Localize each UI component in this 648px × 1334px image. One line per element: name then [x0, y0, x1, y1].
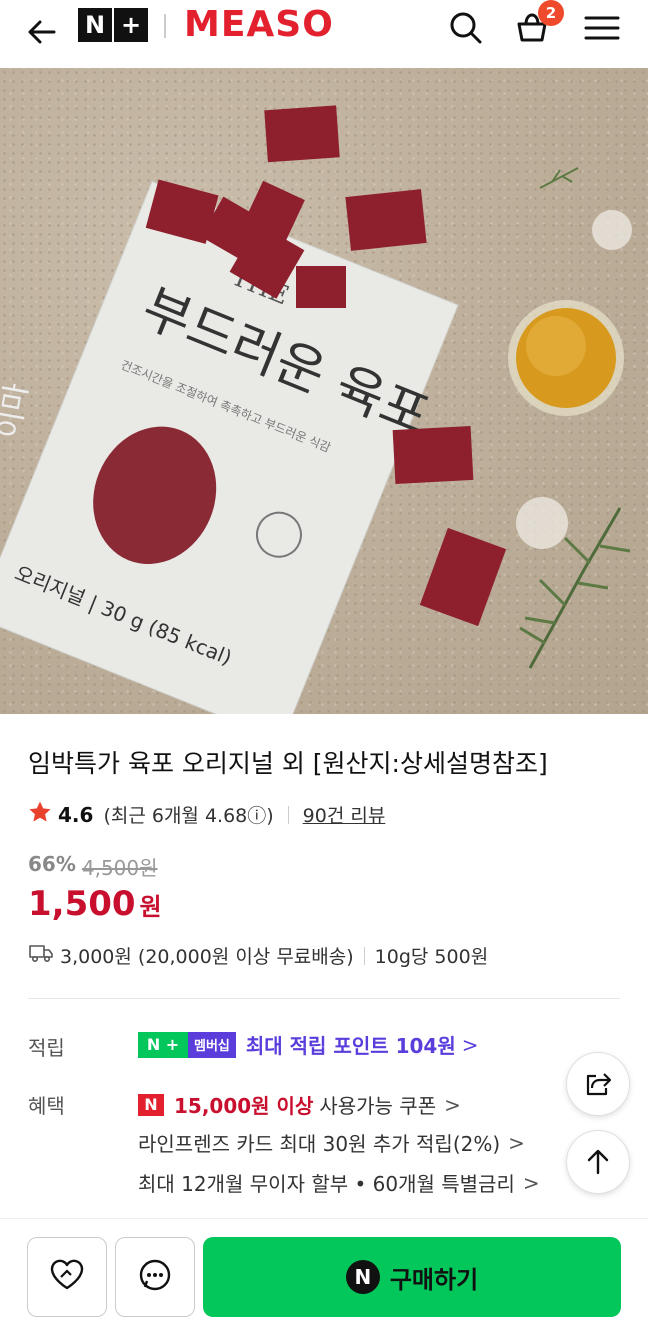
bottom-action-bar: N 구매하기 — [0, 1218, 648, 1334]
search-icon[interactable] — [444, 6, 488, 50]
chevron-right-icon: > — [522, 1170, 540, 1195]
unit-price: 10g당 500원 — [374, 946, 489, 968]
section-divider — [28, 998, 620, 999]
share-icon[interactable] — [566, 1052, 630, 1116]
reviews-link[interactable]: 90건 리뷰 — [303, 801, 386, 828]
benefit-card-points[interactable]: 라인프렌즈 카드 최대 30원 추가 적립(2%) > — [138, 1128, 525, 1157]
points-row[interactable]: N + 멤버십 최대 적립 포인트 104원 > — [138, 1030, 479, 1059]
coupon-text: 사용가능 쿠폰 — [319, 1094, 437, 1118]
sale-price: 1,500 원 — [28, 884, 162, 924]
naver-n-icon: N — [345, 1260, 380, 1294]
store-brand[interactable]: MEASO — [184, 4, 334, 45]
membership-badge: N + 멤버십 — [138, 1031, 236, 1058]
shipping-divider — [363, 946, 365, 965]
installment-text: 최대 12개월 무이자 할부 • 60개월 특별금리 — [138, 1172, 515, 1196]
back-arrow-icon[interactable] — [20, 10, 64, 54]
naver-plus-logo[interactable]: N + — [78, 8, 150, 42]
product-title: 임박특가 육포 오리지널 외 [원산지:상세설명참조] — [28, 749, 548, 778]
rating-score: 4.6 — [58, 802, 94, 827]
cart-count-badge: 2 — [538, 0, 564, 26]
menu-icon[interactable] — [580, 6, 624, 50]
price-value: 1,500 — [28, 884, 136, 924]
shipping-row: 3,000원 (20,000원 이상 무료배송) 10g당 500원 — [28, 942, 488, 969]
original-price: 4,500원 — [81, 856, 158, 880]
logo-plus: + — [114, 8, 148, 42]
logo-n: N — [78, 8, 112, 42]
benefit-coupon[interactable]: N 15,000원 이상 사용가능 쿠폰 > — [138, 1090, 461, 1119]
buy-button[interactable]: N 구매하기 — [203, 1237, 621, 1317]
benefits-label: 혜택 — [28, 1094, 65, 1118]
shipping-fee: 3,000원 (20,000원 이상 무료배송) — [60, 946, 354, 968]
coupon-threshold: 15,000원 이상 — [174, 1094, 314, 1118]
max-points-text: 최대 적립 포인트 104원 — [245, 1034, 456, 1058]
top-nav: N + MEASO 2 — [0, 0, 648, 68]
rating-divider — [287, 805, 289, 824]
rating-recent: (최근 6개월 4.68 — [103, 805, 248, 827]
card-benefit-text: 라인프렌즈 카드 최대 30원 추가 적립(2%) — [138, 1132, 501, 1156]
chevron-right-icon: > — [508, 1130, 525, 1155]
truck-icon — [28, 943, 54, 968]
benefit-installment[interactable]: 최대 12개월 무이자 할부 • 60개월 특별금리 > — [138, 1168, 540, 1197]
info-icon[interactable]: ⓘ) — [247, 801, 273, 828]
product-photo-illustration: THE 부드러운 육포 건조시간을 조절하여 촉촉하고 부드러운 식감 오리지널… — [0, 105, 632, 714]
buy-label: 구매하기 — [389, 1265, 479, 1294]
logo-divider — [164, 14, 166, 38]
chat-button[interactable] — [115, 1237, 195, 1317]
price-unit: 원 — [139, 893, 162, 921]
membership-badge-n: N + — [138, 1031, 188, 1058]
wishlist-button[interactable] — [27, 1237, 107, 1317]
svg-text:이마: 이마 — [0, 381, 35, 441]
discount-row: 66% 4,500원 — [28, 852, 158, 881]
membership-badge-text: 멤버십 — [188, 1031, 236, 1058]
product-image[interactable]: THE 부드러운 육포 건조시간을 조절하여 촉촉하고 부드러운 식감 오리지널… — [0, 68, 648, 714]
points-label: 적립 — [28, 1036, 65, 1060]
naver-n-badge: N — [138, 1093, 164, 1116]
chat-icon — [135, 1255, 175, 1299]
heart-icon — [47, 1255, 87, 1299]
arrow-up-icon[interactable] — [566, 1130, 630, 1194]
chevron-right-icon: > — [444, 1092, 461, 1117]
chevron-right-icon: > — [461, 1032, 479, 1057]
rating-row: 4.6 (최근 6개월 4.68 ⓘ) 90건 리뷰 — [28, 800, 385, 829]
discount-percent: 66% — [28, 852, 76, 876]
star-icon — [28, 800, 52, 829]
